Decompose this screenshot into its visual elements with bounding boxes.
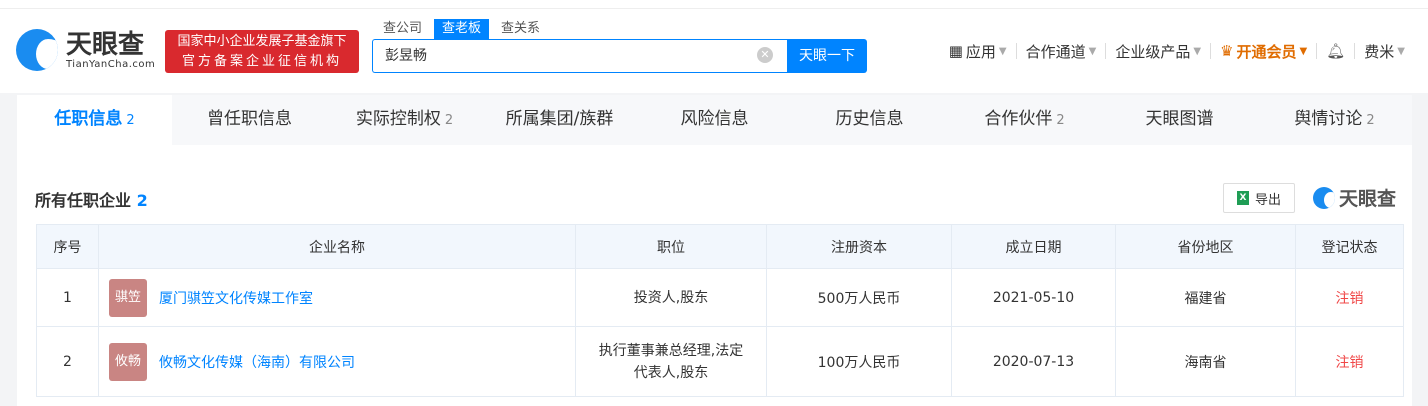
section-count: 2	[136, 191, 148, 210]
tab-label: 历史信息	[835, 109, 904, 129]
tab-label: 实际控制权	[355, 109, 441, 129]
nav-user-label: 费米	[1364, 42, 1395, 61]
tab-2[interactable]: 实际控制权 2	[327, 95, 482, 145]
tab-bar: 任职信息 2 曾任职信息 实际控制权 2 所属集团/族群 风险信息 历史信息 合作伙伴 2 天眼图谱…	[17, 95, 1412, 145]
tab-label: 曾任职信息	[207, 109, 292, 129]
column-header: 序号	[36, 224, 99, 269]
tab-7[interactable]: 天眼图谱	[1102, 95, 1257, 145]
company-link[interactable]: 攸畅文化传媒（海南）有限公司	[159, 352, 355, 372]
clear-icon[interactable]: ✕	[757, 47, 773, 63]
badge-line2: 官方备案企业征信机构	[181, 54, 342, 69]
nav-channel-label: 合作通道	[1025, 42, 1086, 61]
brand-watermark: 天眼查	[1313, 184, 1396, 211]
column-header: 成立日期	[951, 224, 1116, 269]
bell-button[interactable]: 🔔︎	[1317, 42, 1356, 60]
search-button[interactable]: 天眼一下	[787, 39, 867, 73]
role-text: 投资人,股东	[633, 289, 709, 306]
logo[interactable]: 天眼查 TianYanCha.com	[16, 29, 155, 71]
export-label: 导出	[1254, 192, 1281, 208]
tab-8[interactable]: 舆情讨论 2	[1257, 95, 1412, 145]
tab-6[interactable]: 合作伙伴 2	[947, 95, 1102, 145]
search-tab-relation[interactable]: 查关系	[493, 19, 548, 39]
tab-1[interactable]: 曾任职信息	[172, 95, 327, 145]
header: 天眼查 TianYanCha.com 国家中小企业发展子基金旗下 官方备案企业征信机…	[0, 9, 1428, 93]
tab-label: 任职信息	[54, 109, 123, 129]
region-cell: 福建省	[1115, 268, 1296, 327]
tab-count: 2	[126, 113, 135, 128]
caret-down-icon: ▼	[1397, 45, 1405, 57]
region-cell: 海南省	[1115, 326, 1296, 397]
column-header: 注册资本	[766, 224, 952, 269]
status-badge: 注销	[1295, 326, 1404, 397]
export-button[interactable]: X 导出	[1223, 183, 1295, 213]
tab-count: 2	[444, 113, 454, 128]
status-badge: 注销	[1295, 268, 1404, 327]
company-link[interactable]: 厦门骐笠文化传媒工作室	[159, 288, 313, 308]
row-number: 1	[36, 268, 99, 327]
brand-text: 天眼查	[1339, 188, 1397, 210]
nav-products[interactable]: 企业级产品 ▼	[1106, 42, 1212, 61]
tab-label: 舆情讨论	[1294, 109, 1363, 129]
section-title-text: 所有任职企业	[35, 191, 132, 210]
role-cell: 执行董事兼总经理,法定代表人,股东	[575, 326, 767, 397]
tab-label: 所属集团/族群	[505, 109, 614, 129]
column-header: 职位	[575, 224, 767, 269]
tab-label: 合作伙伴	[984, 109, 1053, 129]
tab-label: 天眼图谱	[1145, 109, 1214, 129]
column-header: 登记状态	[1295, 224, 1404, 269]
brand-logo-icon	[1313, 186, 1335, 209]
top-strip	[0, 0, 1428, 9]
logo-domain: TianYanCha.com	[66, 58, 156, 70]
tab-5[interactable]: 历史信息	[792, 95, 947, 145]
row-number: 2	[36, 326, 99, 397]
tab-0[interactable]: 任职信息 2	[17, 95, 172, 145]
search-input[interactable]: 彭昱畅	[372, 39, 788, 73]
table-row: 2 攸畅 攸畅文化传媒（海南）有限公司 执行董事兼总经理,法定代表人,股东 100…	[36, 326, 1404, 397]
column-header: 省份地区	[1115, 224, 1296, 269]
caret-down-icon: ▼	[1299, 45, 1308, 57]
caret-down-icon: ▼	[998, 45, 1007, 57]
apps-icon: ▦	[948, 42, 963, 60]
positions-table: 序号 企业名称 职位 注册资本 成立日期 省份地区 登记状态 1 骐笠 厦门骐笠文化传媒工作室…	[36, 224, 1404, 397]
crown-icon: ♛	[1220, 42, 1234, 60]
tab-count: 2	[1056, 113, 1065, 128]
capital-cell: 100万人民币	[766, 326, 952, 397]
tab-3[interactable]: 所属集团/族群	[482, 95, 637, 145]
date-cell: 2020-07-13	[951, 326, 1116, 397]
tab-4[interactable]: 风险信息	[637, 95, 792, 145]
company-cell: 攸畅 攸畅文化传媒（海南）有限公司	[98, 326, 576, 397]
nav-channel[interactable]: 合作通道 ▼	[1017, 42, 1107, 61]
tab-label: 风险信息	[680, 109, 749, 129]
table-row: 1 骐笠 厦门骐笠文化传媒工作室 投资人,股东 500万人民币 2021-05-1…	[36, 268, 1404, 327]
content-panel: 任职信息 2 曾任职信息 实际控制权 2 所属集团/族群 风险信息 历史信息 合作伙伴 2 天眼图谱…	[17, 95, 1412, 406]
logo-text: 天眼查	[66, 29, 145, 60]
role-text: 执行董事兼总经理,法定代表人,股东	[598, 342, 744, 381]
role-cell: 投资人,股东	[575, 268, 767, 327]
nav-apps-label: 应用	[965, 42, 996, 61]
bell-icon: 🔔︎	[1326, 42, 1346, 60]
excel-icon: X	[1236, 191, 1249, 205]
tab-count: 2	[1366, 113, 1375, 128]
company-avatar: 攸畅	[109, 342, 147, 381]
company-cell: 骐笠 厦门骐笠文化传媒工作室	[98, 268, 576, 327]
date-cell: 2021-05-10	[951, 268, 1116, 327]
nav-vip[interactable]: ♛ 开通会员 ▼	[1211, 42, 1318, 61]
section-title: 所有任职企业 2	[35, 187, 148, 211]
nav-products-label: 企业级产品	[1115, 42, 1191, 61]
company-avatar: 骐笠	[109, 278, 147, 317]
caret-down-icon: ▼	[1088, 45, 1097, 57]
nav-vip-label: 开通会员	[1236, 42, 1297, 61]
nav-user[interactable]: 费米 ▼	[1355, 42, 1414, 61]
badge-line1: 国家中小企业发展子基金旗下	[177, 34, 347, 49]
search-tab-boss[interactable]: 查老板	[434, 19, 490, 39]
nav-apps[interactable]: ▦ 应用 ▼	[940, 42, 1017, 61]
search-tab-company[interactable]: 查公司	[375, 19, 430, 39]
caret-down-icon: ▼	[1193, 45, 1202, 57]
capital-cell: 500万人民币	[766, 268, 952, 327]
official-badge: 国家中小企业发展子基金旗下 官方备案企业征信机构	[165, 30, 359, 73]
column-header: 企业名称	[98, 224, 576, 269]
logo-icon	[16, 29, 58, 71]
